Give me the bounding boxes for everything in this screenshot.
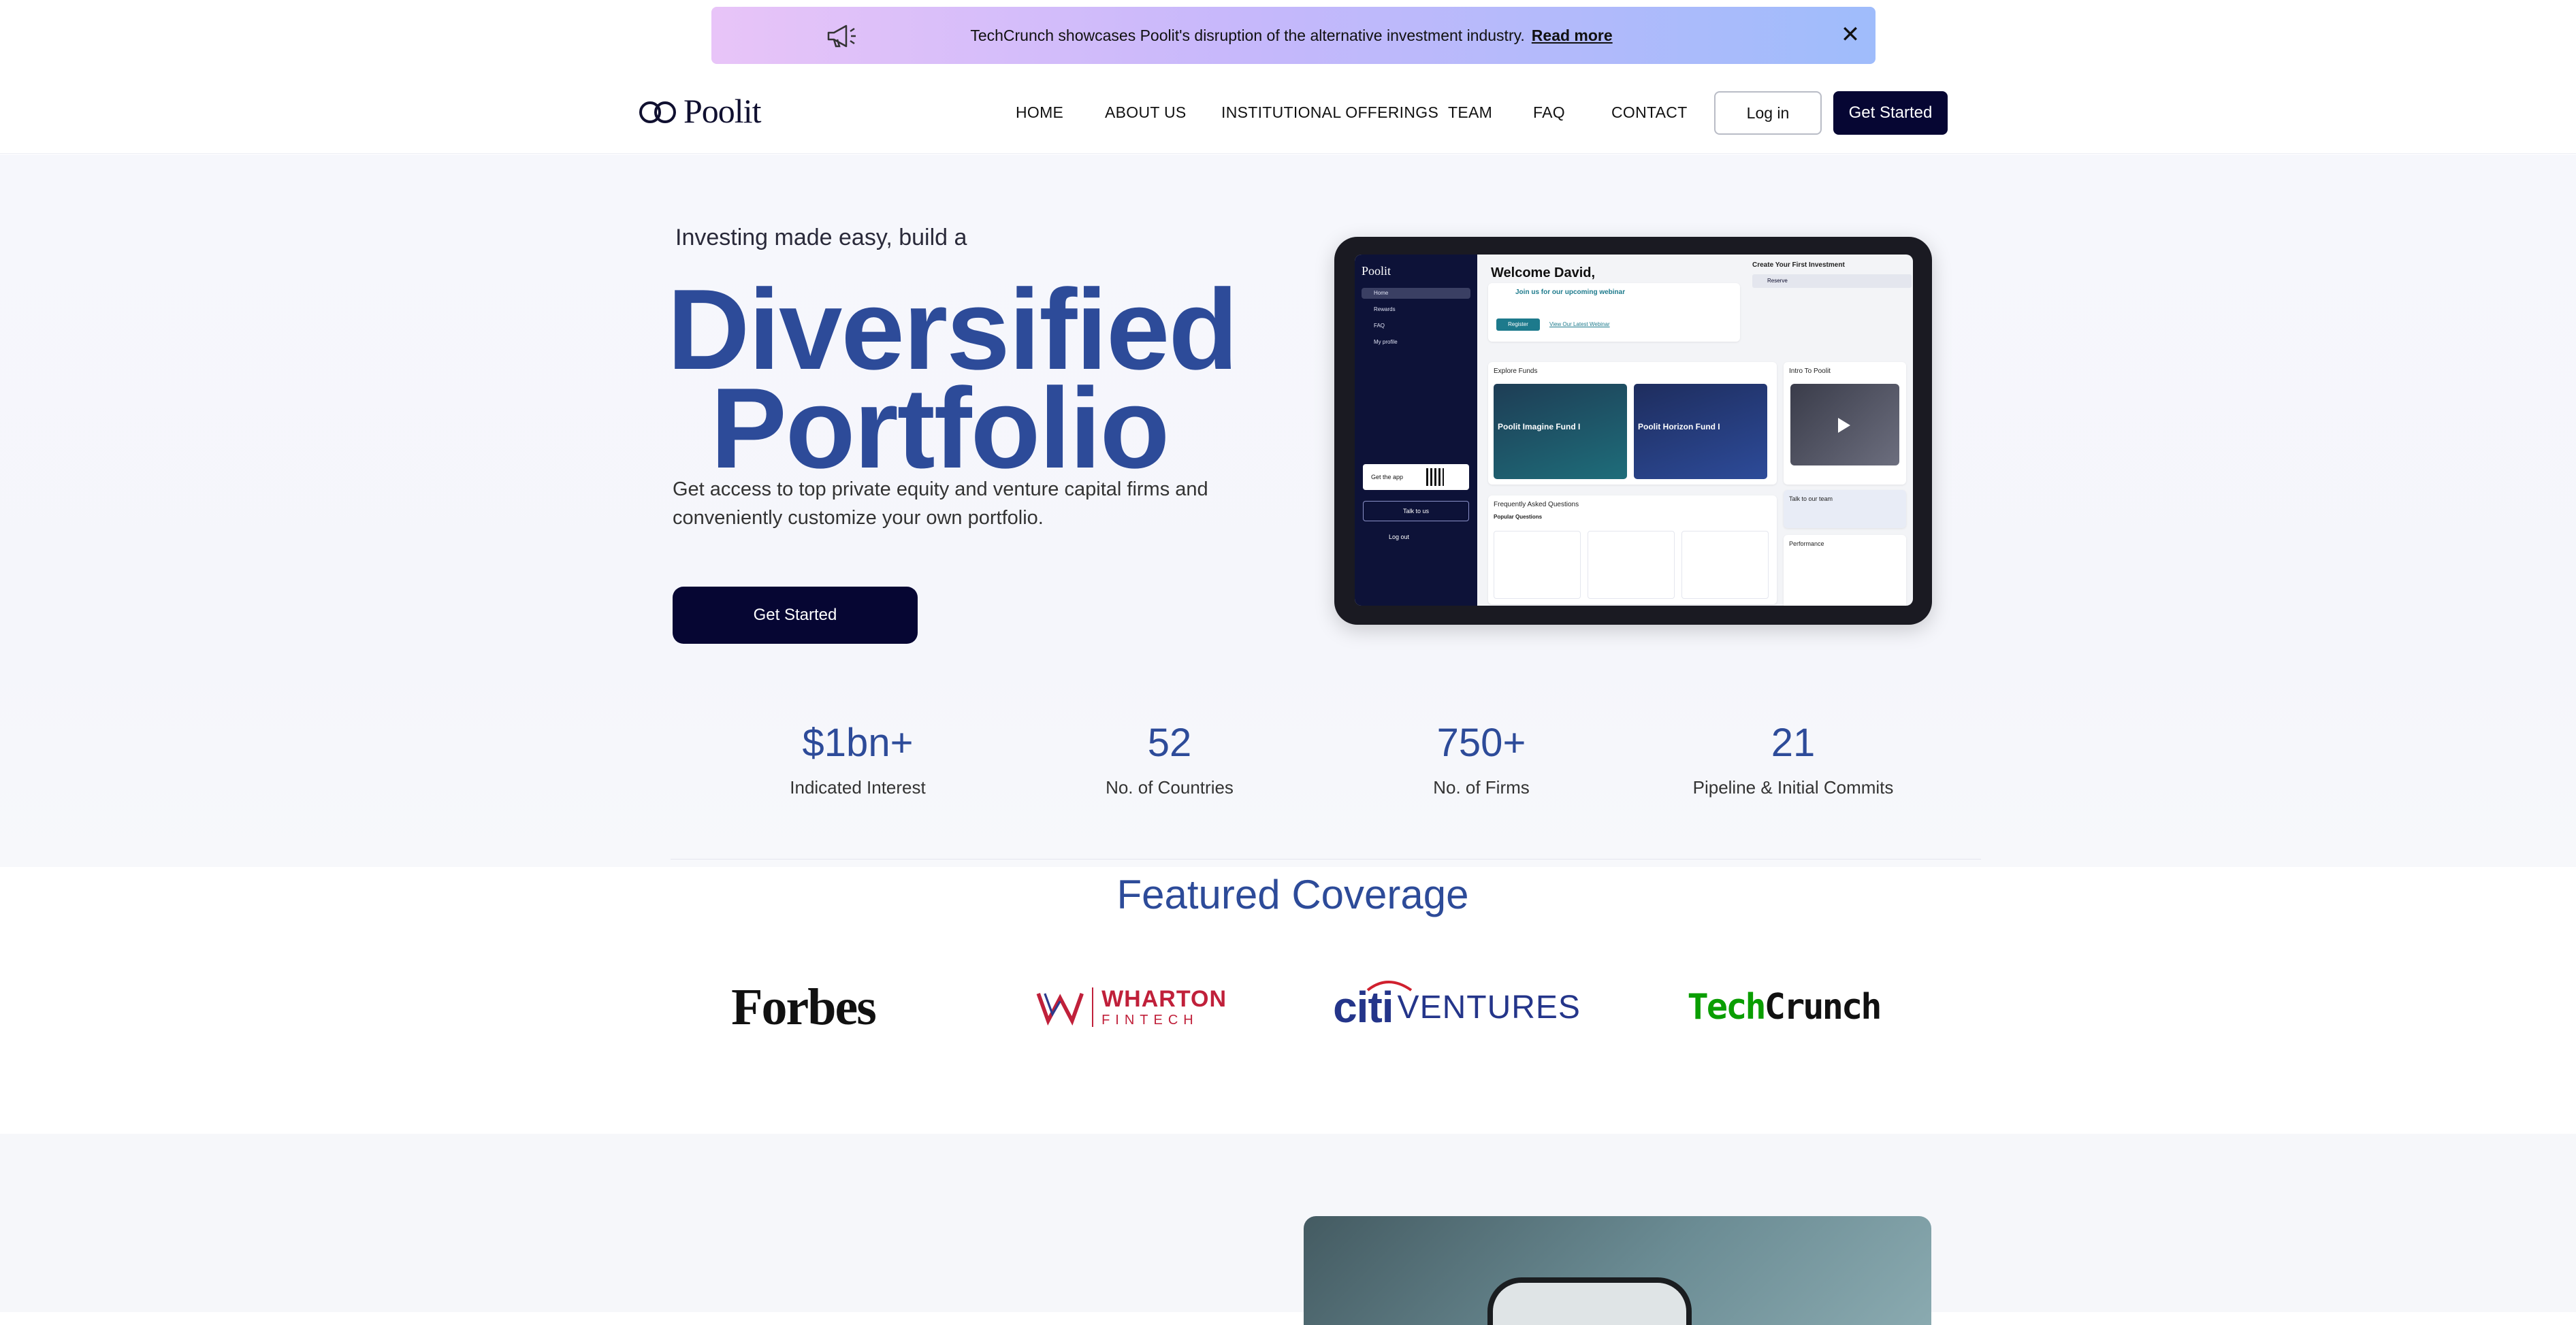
mockup-fund-1-name: Poolit Imagine Fund I — [1498, 422, 1581, 431]
stat-label: Indicated Interest — [790, 777, 926, 798]
mockup-question-1 — [1494, 531, 1581, 599]
mockup-nav-profile: My profile — [1374, 339, 1398, 345]
mockup-talk-title: Talk to our team — [1789, 495, 1833, 502]
nav-contact[interactable]: CONTACT — [1611, 103, 1688, 122]
mockup-nav-rewards: Rewards — [1374, 306, 1396, 312]
stat-value: 750+ — [1436, 721, 1526, 765]
mockup-talk-button: Talk to us — [1363, 501, 1469, 521]
stat-label: Pipeline & Initial Commits — [1692, 777, 1894, 798]
mockup-main: Welcome David, Join us for our upcoming … — [1477, 255, 1913, 606]
featured-coverage-title: Featured Coverage — [1116, 872, 1469, 917]
wharton-divider — [1092, 987, 1094, 1027]
techcrunch-tech: Tech — [1687, 987, 1766, 1028]
nav-home[interactable]: HOME — [1016, 103, 1063, 122]
techcrunch-logo[interactable]: Tech Crunch — [1668, 977, 1899, 1038]
section-divider — [671, 859, 1981, 860]
hero-get-started-button[interactable]: Get Started — [673, 587, 918, 644]
stat-label: No. of Countries — [1106, 777, 1234, 798]
banner-text: TechCrunch showcases Poolit's disruption… — [970, 26, 1525, 44]
hero-headline-2: Portfolio — [710, 364, 1170, 492]
login-button[interactable]: Log in — [1714, 91, 1822, 135]
qr-code-icon — [1426, 468, 1445, 486]
wharton-label: WHARTON — [1101, 986, 1227, 1012]
mockup-get-app: Get the app — [1363, 464, 1469, 490]
citi-ventures-logo[interactable]: citi VENTURES — [1333, 977, 1580, 1038]
mockup-talk-card: Talk to our team — [1784, 490, 1906, 528]
wharton-fintech-label: FINTECH — [1101, 1013, 1199, 1028]
stat-value: $1bn+ — [802, 721, 914, 765]
mockup-view-webinar: View Our Latest Webinar — [1549, 321, 1610, 327]
mockup-webinar-card: Join us for our upcoming webinar Registe… — [1488, 283, 1740, 342]
mockup-question-2 — [1588, 531, 1675, 599]
stat-value: 52 — [1147, 721, 1192, 765]
play-icon — [1838, 418, 1850, 433]
close-icon[interactable]: ✕ — [1839, 23, 1862, 46]
citi-wordmark: citi — [1333, 983, 1394, 1032]
logo-text: Poolit — [683, 92, 761, 130]
logo-mark-icon — [639, 101, 676, 123]
mockup-screen: Poolit Home Rewards FAQ My profile Get t… — [1355, 255, 1913, 606]
mockup-get-app-label: Get the app — [1371, 474, 1404, 480]
hero-tagline: Investing made easy, build a — [675, 225, 967, 250]
mockup-register: Register — [1496, 318, 1540, 331]
forbes-wordmark: Forbes — [731, 978, 877, 1036]
nav-about-us[interactable]: ABOUT US — [1105, 103, 1187, 122]
mockup-nav-faq: FAQ — [1374, 323, 1385, 329]
mockup-fund-2-name: Poolit Horizon Fund I — [1638, 422, 1720, 431]
mockup-create-card: Create Your First Investment Reserve — [1747, 256, 1913, 344]
megaphone-icon — [827, 24, 856, 48]
mockup-question-3 — [1681, 531, 1769, 599]
stat-value: 21 — [1771, 721, 1816, 765]
mockup-performance-card: Performance — [1784, 535, 1906, 606]
next-section — [0, 1134, 2576, 1312]
mockup-create-title: Create Your First Investment — [1752, 261, 1845, 269]
forbes-logo[interactable]: Forbes — [708, 977, 899, 1038]
wharton-w-icon — [1036, 993, 1084, 1026]
mockup-webinar-title: Join us for our upcoming webinar — [1515, 289, 1626, 296]
nav-institutional-offerings[interactable]: INSTITUTIONAL OFFERINGS — [1221, 103, 1438, 122]
ventures-label: VENTURES — [1397, 989, 1581, 1026]
phone-icon — [1487, 1277, 1692, 1325]
mockup-fund-1: Poolit Imagine Fund I — [1494, 384, 1627, 479]
techcrunch-crunch: Crunch — [1764, 987, 1882, 1028]
app-preview-image — [1304, 1216, 1931, 1325]
mockup-faq-card: Frequently Asked Questions Popular Quest… — [1488, 495, 1777, 604]
dashboard-mockup: Poolit Home Rewards FAQ My profile Get t… — [1334, 237, 1932, 625]
nav-get-started-button[interactable]: Get Started — [1833, 91, 1948, 135]
mockup-logout: Log out — [1389, 534, 1410, 540]
hero-description: Get access to top private equity and ven… — [673, 478, 1208, 529]
mockup-logo: Poolit — [1362, 264, 1391, 278]
mockup-popular: Popular Questions — [1494, 514, 1543, 520]
nav-team[interactable]: TEAM — [1448, 103, 1492, 122]
stat-label: No. of Firms — [1433, 777, 1530, 798]
wharton-text: WHARTON FINTECH — [1101, 987, 1227, 1027]
mockup-nav-home: Home — [1362, 288, 1470, 299]
nav-faq[interactable]: FAQ — [1533, 103, 1565, 122]
mockup-video — [1790, 384, 1899, 465]
wharton-fintech-logo[interactable]: WHARTON FINTECH — [1036, 977, 1227, 1038]
mockup-reserve: Reserve — [1752, 274, 1912, 288]
mockup-explore-title: Explore Funds — [1494, 367, 1538, 375]
mockup-sidebar: Poolit Home Rewards FAQ My profile Get t… — [1355, 255, 1477, 606]
mockup-faq-title: Frequently Asked Questions — [1494, 501, 1579, 508]
mockup-intro-card: Intro To Poolit — [1784, 362, 1906, 485]
mockup-fund-2: Poolit Horizon Fund I — [1634, 384, 1767, 479]
read-more-link[interactable]: Read more — [1532, 27, 1613, 45]
announcement-banner: TechCrunch showcases Poolit's disruption… — [711, 7, 1875, 64]
mockup-intro-title: Intro To Poolit — [1789, 367, 1831, 375]
mockup-performance-title: Performance — [1789, 540, 1824, 547]
mockup-explore-card: Explore Funds Poolit Imagine Fund I Pool… — [1488, 362, 1777, 485]
logo[interactable]: Poolit — [639, 92, 761, 130]
